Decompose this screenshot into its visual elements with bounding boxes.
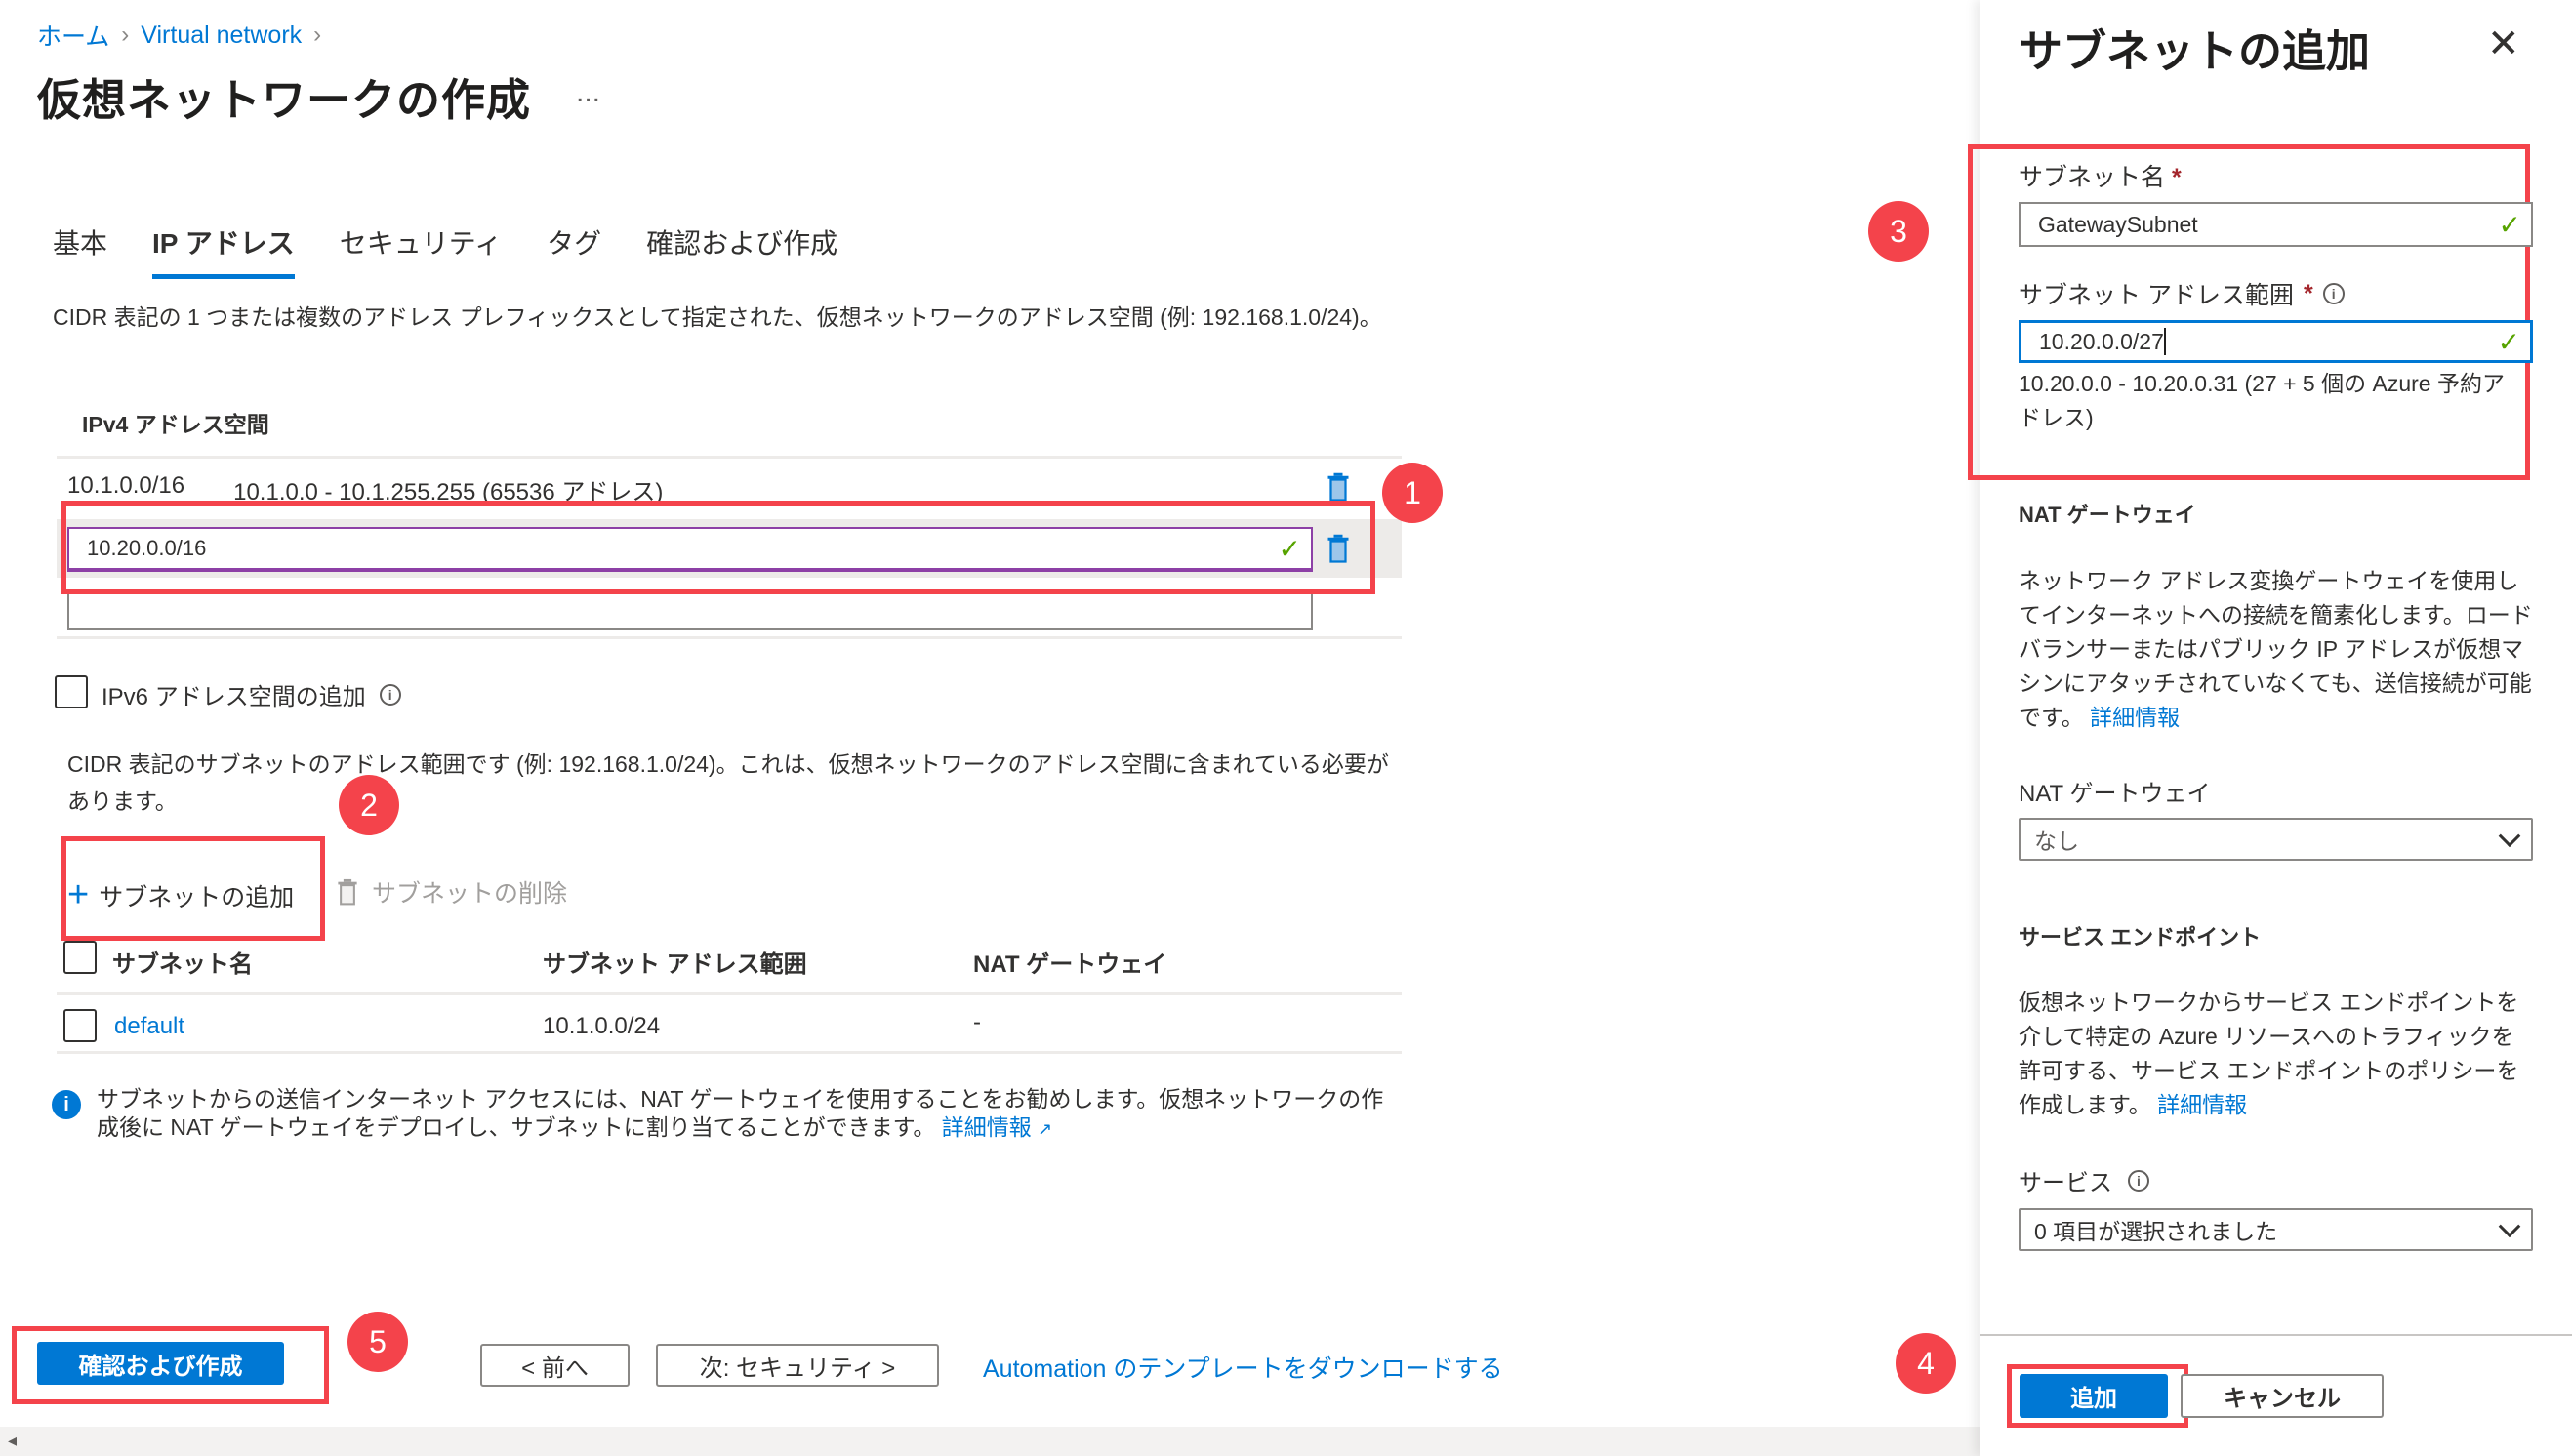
column-header-subnet-name: サブネット名 [112,951,253,978]
annotation-badge-5: 5 [347,1312,408,1372]
tab-basics[interactable]: 基本 [53,222,107,279]
chevron-right-icon: › [121,21,130,48]
breadcrumb-home[interactable]: ホーム [37,18,109,53]
create-vnet-page: ホーム › Virtual network › 仮想ネットワークの作成 ... … [0,0,1980,1427]
text-cursor [2163,328,2166,355]
breadcrumb-virtual-network[interactable]: Virtual network [141,21,302,50]
annotation-badge-2: 2 [339,775,399,835]
service-endpoint-description: 仮想ネットワークからサービス エンドポイントを介して特定の Azure リソース… [2019,990,2519,1117]
divider [57,1051,1402,1054]
select-all-subnets-checkbox[interactable] [63,941,97,974]
subnet-row-checkbox[interactable] [63,1009,97,1042]
nat-section-header: NAT ゲートウェイ [2019,503,2196,527]
page-title: 仮想ネットワークの作成 [37,75,532,125]
services-label: サービス i [2019,1163,2149,1197]
close-icon[interactable]: ✕ [2487,21,2520,66]
ipv6-checkbox[interactable] [55,675,88,708]
external-link-icon: ↗ [1038,1119,1053,1139]
nat-description: ネットワーク アドレス変換ゲートウェイを使用してインターネットへの接続を簡素化し… [2019,568,2533,730]
services-dropdown[interactable]: 0 項目が選択されました [2019,1208,2533,1251]
subnet-name-value: GatewaySubnet [2038,211,2198,237]
chevron-down-icon [2498,825,2521,848]
subnet-nat: - [973,1009,981,1035]
nat-gateway-label: NAT ゲートウェイ [2019,781,2211,807]
address-range-input[interactable]: 10.20.0.0/27 ✓ [2019,320,2533,363]
annotation-box-4 [2007,1364,2188,1428]
cancel-button[interactable]: キャンセル [2181,1374,2384,1418]
divider [57,992,1402,995]
column-header-address-range: サブネット アドレス範囲 [543,951,807,978]
tab-review-create[interactable]: 確認および作成 [646,222,837,279]
nat-info-message: サブネットからの送信インターネット アクセスには、NAT ゲートウェイを使用する… [97,1085,1385,1144]
subnet-description: CIDR 表記のサブネットのアドレス範囲です (例: 192.168.1.0/2… [67,751,1389,814]
divider [57,636,1402,639]
divider [1980,1334,2572,1336]
checkmark-icon: ✓ [2497,326,2520,357]
address-range-hint: 10.20.0.0 - 10.20.0.31 (27 + 5 個の Azure … [2019,371,2505,430]
annotation-box-1 [61,501,1375,594]
required-marker: * [2171,164,2182,191]
tab-bar: 基本 IP アドレス セキュリティ タグ 確認および作成 [53,222,882,279]
more-options-button[interactable]: ... [576,76,600,109]
delete-icon [338,878,357,906]
chevron-right-icon: › [313,21,322,48]
checkmark-icon: ✓ [2498,209,2521,240]
download-template-link[interactable]: Automation のテンプレートをダウンロードする [983,1350,1503,1385]
info-icon: i [52,1090,81,1119]
delete-subnet-label: サブネットの削除 [372,880,568,908]
delete-icon[interactable] [1326,472,1351,502]
new-address-space-input[interactable] [67,589,1313,630]
subnet-range: 10.1.0.0/24 [543,1013,661,1039]
add-subnet-panel: サブネットの追加 ✕ サブネット名 * GatewaySubnet ✓ サブネッ… [1968,0,2572,1456]
nat-learn-more-link[interactable]: 詳細情報 [2090,705,2180,730]
annotation-box-2 [61,836,325,941]
address-range-value: 10.20.0.0/27 [2039,328,2164,354]
address-range-label: サブネット アドレス範囲 * i [2019,276,2345,311]
column-header-nat-gateway: NAT ゲートウェイ [973,951,1167,978]
subnet-name-link[interactable]: default [114,1013,184,1040]
tab-ip-addresses[interactable]: IP アドレス [152,222,295,279]
address-space-description: CIDR 表記の 1 つまたは複数のアドレス プレフィックスとして指定された、仮… [53,304,1382,330]
annotation-badge-4: 4 [1896,1333,1956,1394]
next-security-button[interactable]: 次: セキュリティ > [656,1344,939,1387]
info-icon[interactable]: i [2128,1169,2149,1192]
service-endpoint-header: サービス エンドポイント [2019,925,2262,950]
annotation-box-5 [12,1326,329,1404]
scroll-left-icon[interactable]: ◂ [8,1431,17,1451]
subnet-name-label: サブネット名 * [2019,164,2182,191]
horizontal-scrollbar[interactable]: ◂ [0,1427,1980,1456]
panel-title: サブネットの追加 [2019,26,2371,76]
divider [57,456,1402,459]
ipv6-row: IPv6 アドレス空間の追加 i [102,677,401,711]
previous-button[interactable]: < 前へ [480,1344,630,1387]
nat-info-text: サブネットからの送信インターネット アクセスには、NAT ゲートウェイを使用する… [97,1086,1384,1140]
tab-tags[interactable]: タグ [547,222,601,279]
info-icon[interactable]: i [379,683,401,706]
services-value: 0 項目が選択されました [2034,1219,2278,1244]
learn-more-link[interactable]: 詳細情報 ↗ [942,1114,1052,1140]
ipv4-address-space-header: IPv4 アドレス空間 [82,412,269,437]
breadcrumb: ホーム › Virtual network › [37,18,321,53]
tab-security[interactable]: セキュリティ [340,222,502,279]
chevron-down-icon [2498,1215,2521,1238]
info-icon[interactable]: i [2322,283,2345,304]
ipv6-label: IPv6 アドレス空間の追加 [102,684,366,710]
subnet-name-input[interactable]: GatewaySubnet ✓ [2019,202,2533,247]
annotation-badge-3: 3 [1868,201,1929,262]
nat-gateway-dropdown[interactable]: なし [2019,818,2533,861]
annotation-badge-1: 1 [1382,463,1443,523]
delete-subnet-button[interactable]: サブネットの削除 [337,874,567,910]
nat-gateway-value: なし [2034,829,2079,854]
endpoint-learn-more-link[interactable]: 詳細情報 [2157,1092,2247,1117]
